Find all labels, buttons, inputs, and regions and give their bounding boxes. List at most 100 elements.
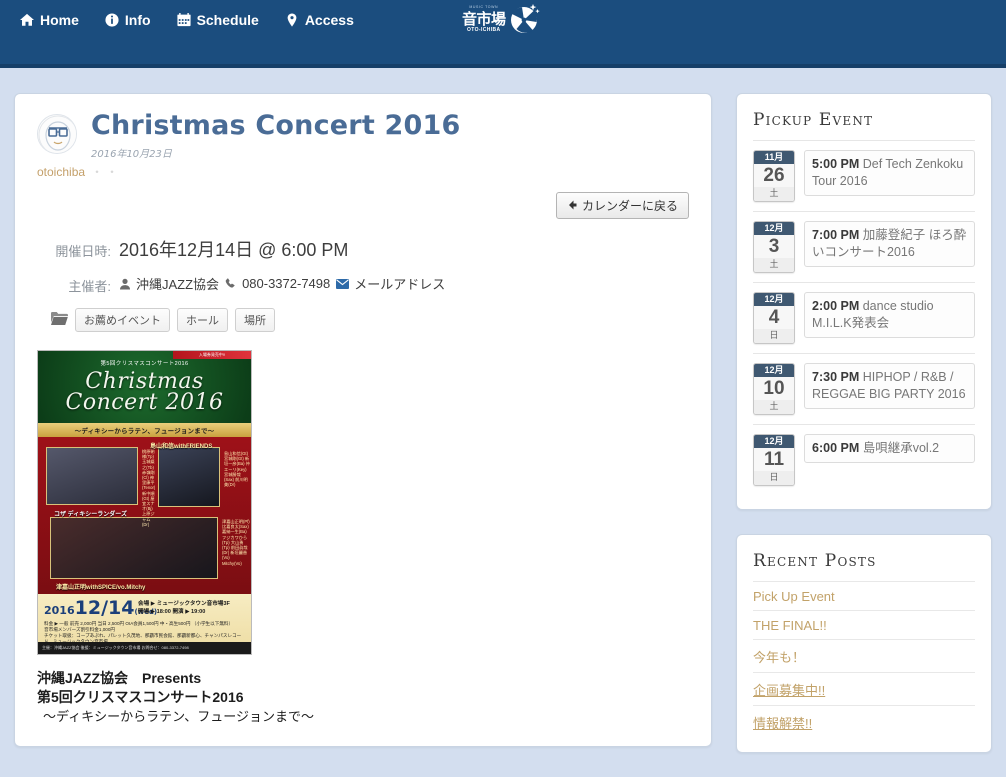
event-tag[interactable]: ホール xyxy=(177,308,228,332)
recent-posts-title: Recent Posts xyxy=(753,551,877,571)
badge-weekday: 日 xyxy=(754,329,794,343)
event-time: 7:30 PM xyxy=(812,370,860,384)
published-date: 2016年10月23日 xyxy=(91,149,172,160)
list-item[interactable]: 11月 26 土 5:00 PM Def Tech Zenkoku Tour 2… xyxy=(753,140,975,211)
user-icon xyxy=(119,278,131,290)
event-time: 7:00 PM xyxy=(812,228,860,242)
event-link-box[interactable]: 5:00 PM Def Tech Zenkoku Tour 2016 xyxy=(804,150,975,196)
sidebar: Pickup Event 11月 26 土 5:00 PM Def Tech Z… xyxy=(736,93,992,777)
poster-band2-name: 島山和信withFRIENDS xyxy=(150,444,213,450)
logo-wordmark: MUSIC TOWN 音市場 OTO-ICHIBA xyxy=(462,5,506,33)
list-item: 情報解禁!! xyxy=(753,705,975,738)
badge-weekday: 日 xyxy=(754,471,794,485)
poster-band1-name: コザ ディキシーランダーズ xyxy=(54,512,127,518)
caption-line3: ～ディキシーからラテン、フュージョンまで～ xyxy=(43,709,315,724)
recent-post-link[interactable]: 企画募集中!! xyxy=(753,683,825,698)
author-link[interactable]: otoichiba xyxy=(37,165,85,179)
recent-post-link[interactable]: Pick Up Event xyxy=(753,589,835,604)
site-header: Home Info Schedule Access MUSIC TOWN 音市場… xyxy=(0,0,1006,68)
organizer-email-chunk: メールアドレス xyxy=(336,274,445,293)
author-line: otoichiba ・・ xyxy=(37,163,689,180)
organizer-name-chunk: 沖縄JAZZ協会 xyxy=(119,274,219,293)
nav-item-schedule[interactable]: Schedule xyxy=(175,10,261,30)
poster-venue-block: 会場 ▶ ミュージックタウン音市場3F 開場 ▶ 18:00 開演 ▶ 19:0… xyxy=(138,600,230,616)
badge-month: 12月 xyxy=(754,222,794,235)
back-button-label: カレンダーに戻る xyxy=(581,199,678,213)
poster-members-band1: 桃原朝様(Tp) 玉城粲之(Tb) 赤嶺剛(Cl) 神里康平(Tenor) 新中… xyxy=(142,449,156,527)
poster-footer: 主催：沖縄JAZZ協会 後援：ミュージックタウン音市場 お問合せ：080-337… xyxy=(38,642,251,654)
event-tag[interactable]: 場所 xyxy=(235,308,275,332)
event-link-box[interactable]: 6:00 PM 島唄継承vol.2 xyxy=(804,434,975,463)
list-item: 企画募集中!! xyxy=(753,672,975,705)
badge-month: 11月 xyxy=(754,151,794,164)
organizer-email-link[interactable]: メールアドレス xyxy=(354,274,445,293)
recent-post-link[interactable]: 今年も！ xyxy=(753,650,805,665)
poster-script-line2: Concert 2016 xyxy=(65,390,224,415)
list-item[interactable]: 12月 4 日 2:00 PM dance studio M.I.L.K発表会 xyxy=(753,282,975,353)
badge-day: 26 xyxy=(754,164,794,187)
nav-item-home[interactable]: Home xyxy=(18,10,81,30)
poster-ribbon: 入場券発売中!! xyxy=(173,351,251,359)
event-time: 2:00 PM xyxy=(812,299,860,313)
poster-date: 12/14 xyxy=(74,597,135,619)
event-meta: 開催日時: 2016年12月14日 @ 6:00 PM 主催者: 沖縄JAZZ協… xyxy=(37,239,689,332)
avatar xyxy=(37,114,77,154)
poster-photo-band2 xyxy=(158,447,220,507)
article-titlegroup: Christmas Concert 2016 2016年10月23日 xyxy=(91,110,460,160)
recent-posts-widget: Recent Posts Pick Up Event THE FINAL!! 今… xyxy=(736,534,992,753)
poster-caption: 沖縄JAZZ協会 Presents 第5回クリスマスコンサート2016 ～ディキ… xyxy=(37,669,689,726)
nav-label: Schedule xyxy=(196,12,259,28)
recent-posts-list: Pick Up Event THE FINAL!! 今年も！ 企画募集中!! 情… xyxy=(753,581,975,738)
poster-gold-text: ～ディキシーからラテン、フュージョンまで～ xyxy=(74,428,215,435)
logo-kanji: 音市場 xyxy=(462,9,506,28)
author-dots: ・・ xyxy=(91,165,122,179)
nav-label: Access xyxy=(304,12,354,28)
list-item: 今年も！ xyxy=(753,639,975,672)
list-item[interactable]: 12月 10 土 7:30 PM HIPHOP / R&B / REGGAE B… xyxy=(753,353,975,424)
event-datetime-row: 開催日時: 2016年12月14日 @ 6:00 PM xyxy=(37,239,689,261)
event-tag[interactable]: お薦めイベント xyxy=(75,308,170,332)
home-icon xyxy=(20,13,34,27)
event-datetime-value: 2016年12月14日 @ 6:00 PM xyxy=(119,240,349,260)
main-navigation: Home Info Schedule Access xyxy=(18,6,356,34)
pickup-event-list: 11月 26 土 5:00 PM Def Tech Zenkoku Tour 2… xyxy=(753,140,975,495)
list-item: THE FINAL!! xyxy=(753,610,975,639)
recent-post-link[interactable]: 情報解禁!! xyxy=(753,716,812,731)
date-badge: 12月 10 土 xyxy=(753,363,795,415)
poster-doors: 開場 ▶ 18:00 開演 ▶ 19:00 xyxy=(138,609,206,615)
badge-weekday: 土 xyxy=(754,187,794,201)
calendar-icon xyxy=(177,13,191,27)
event-link-box[interactable]: 2:00 PM dance studio M.I.L.K発表会 xyxy=(804,292,975,338)
badge-day: 11 xyxy=(754,448,794,471)
phone-icon xyxy=(225,277,237,290)
badge-day: 4 xyxy=(754,306,794,329)
site-logo[interactable]: MUSIC TOWN 音市場 OTO-ICHIBA xyxy=(462,2,546,36)
event-time: 5:00 PM xyxy=(812,157,860,171)
list-item[interactable]: 12月 11 日 6:00 PM 島唄継承vol.2 xyxy=(753,424,975,495)
back-to-calendar-button[interactable]: カレンダーに戻る xyxy=(555,192,689,219)
poster-script-title: Christmas Concert 2016 xyxy=(38,371,251,415)
event-time: 6:00 PM xyxy=(812,441,860,455)
nav-item-access[interactable]: Access xyxy=(283,10,356,30)
event-link-box[interactable]: 7:30 PM HIPHOP / R&B / REGGAE BIG PARTY … xyxy=(804,363,975,409)
event-organizer-label: 主催者: xyxy=(68,279,111,294)
event-datetime-label: 開催日時: xyxy=(55,244,111,259)
badge-month: 12月 xyxy=(754,364,794,377)
nav-item-info[interactable]: Info xyxy=(103,10,153,30)
mail-icon xyxy=(336,278,350,289)
date-badge: 12月 3 土 xyxy=(753,221,795,273)
poster-members-band2: 島山和信(Gt) 宮城剛(Gt) 新垣一彦(Ba) 仲エーリ(Key) 宮城勝哉… xyxy=(224,451,250,488)
event-organizer-row: 主催者: 沖縄JAZZ協会 080-3372-7498 メールアドレス xyxy=(37,274,689,295)
list-item[interactable]: 12月 3 土 7:00 PM 加藤登紀子 ほろ酔いコンサート2016 xyxy=(753,211,975,282)
event-poster-image[interactable]: 入場券発売中!! 第5回クリスマスコンサート2016 Christmas Con… xyxy=(37,350,252,655)
back-button-bar: カレンダーに戻る xyxy=(37,192,689,219)
badge-weekday: 土 xyxy=(754,258,794,272)
logo-roman: OTO-ICHIBA xyxy=(466,26,501,33)
event-link-box[interactable]: 7:00 PM 加藤登紀子 ほろ酔いコンサート2016 xyxy=(804,221,975,267)
event-name: 島唄継承vol.2 xyxy=(862,441,940,455)
recent-post-link[interactable]: THE FINAL!! xyxy=(753,618,827,633)
poster-year: 2016 xyxy=(44,604,75,617)
list-item: Pick Up Event xyxy=(753,581,975,610)
organizer-phone: 080-3372-7498 xyxy=(242,276,331,291)
poster-band3-name: 津嘉山正明withSPICE/vo.Mitchy xyxy=(56,585,146,591)
